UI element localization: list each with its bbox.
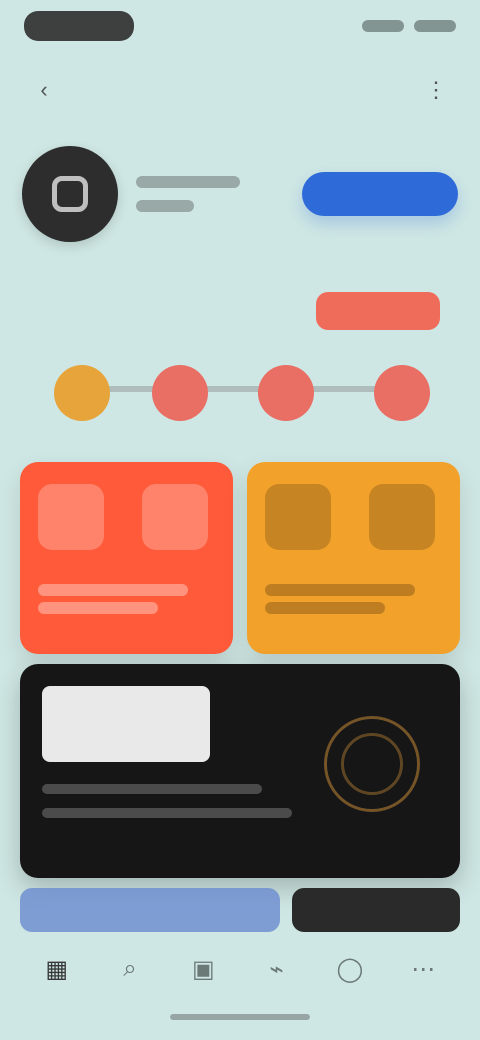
avatar-mark-icon (52, 176, 88, 212)
card-subline (38, 602, 158, 614)
profile-meta (136, 200, 194, 212)
status-pill (24, 11, 134, 41)
section-chip[interactable] (316, 292, 440, 330)
step-1[interactable] (54, 365, 110, 421)
promo-card[interactable] (20, 664, 460, 878)
step-3[interactable] (258, 365, 314, 421)
home-indicator[interactable] (170, 1014, 310, 1020)
step-4[interactable] (374, 365, 430, 421)
card-tile (265, 484, 331, 550)
top-bar: ‹ ⋮ (0, 55, 480, 125)
app-screen: ‹ ⋮ ▦ ⌕ ▣ ⌁ ◯ ⋯ (0, 0, 480, 1040)
section-header (44, 290, 440, 332)
feature-cards (20, 462, 460, 654)
card-tile (369, 484, 435, 550)
promo-headline (42, 686, 210, 762)
bottom-navigation: ▦ ⌕ ▣ ⌁ ◯ ⋯ (0, 934, 480, 1004)
status-indicator (362, 20, 404, 32)
status-bar (0, 0, 480, 52)
menu-icon[interactable]: ⋮ (416, 70, 456, 110)
card-tile-row (265, 484, 442, 550)
progress-steps (54, 355, 430, 441)
back-icon[interactable]: ‹ (24, 70, 64, 110)
card-subline (265, 584, 415, 596)
card-tile (142, 484, 208, 550)
promo-line (42, 784, 262, 794)
follow-button[interactable] (302, 172, 458, 216)
page-title (226, 84, 254, 96)
cta-right-button[interactable] (292, 888, 460, 932)
card-subline (265, 602, 385, 614)
feature-card-red[interactable] (20, 462, 233, 654)
avatar[interactable] (22, 146, 118, 242)
profile-name (136, 176, 240, 188)
nav-bell-icon[interactable]: ⌁ (250, 942, 304, 996)
profile-header (22, 142, 458, 246)
nav-search-icon[interactable]: ⌕ (103, 942, 157, 996)
cta-row (20, 888, 460, 932)
steps-line (84, 386, 398, 392)
step-2[interactable] (152, 365, 208, 421)
card-tile (38, 484, 104, 550)
nav-home-icon[interactable]: ▦ (30, 942, 84, 996)
nav-more-icon[interactable]: ⋯ (396, 942, 450, 996)
feature-card-amber[interactable] (247, 462, 460, 654)
promo-line (42, 808, 292, 818)
nav-profile-icon[interactable]: ◯ (323, 942, 377, 996)
status-indicator (414, 20, 456, 32)
promo-visual-icon (324, 716, 420, 812)
nav-grid-icon[interactable]: ▣ (176, 942, 230, 996)
status-icons (362, 20, 456, 32)
card-tile-row (38, 484, 215, 550)
cta-left-button[interactable] (20, 888, 281, 932)
profile-text (136, 176, 284, 212)
card-subline (38, 584, 188, 596)
